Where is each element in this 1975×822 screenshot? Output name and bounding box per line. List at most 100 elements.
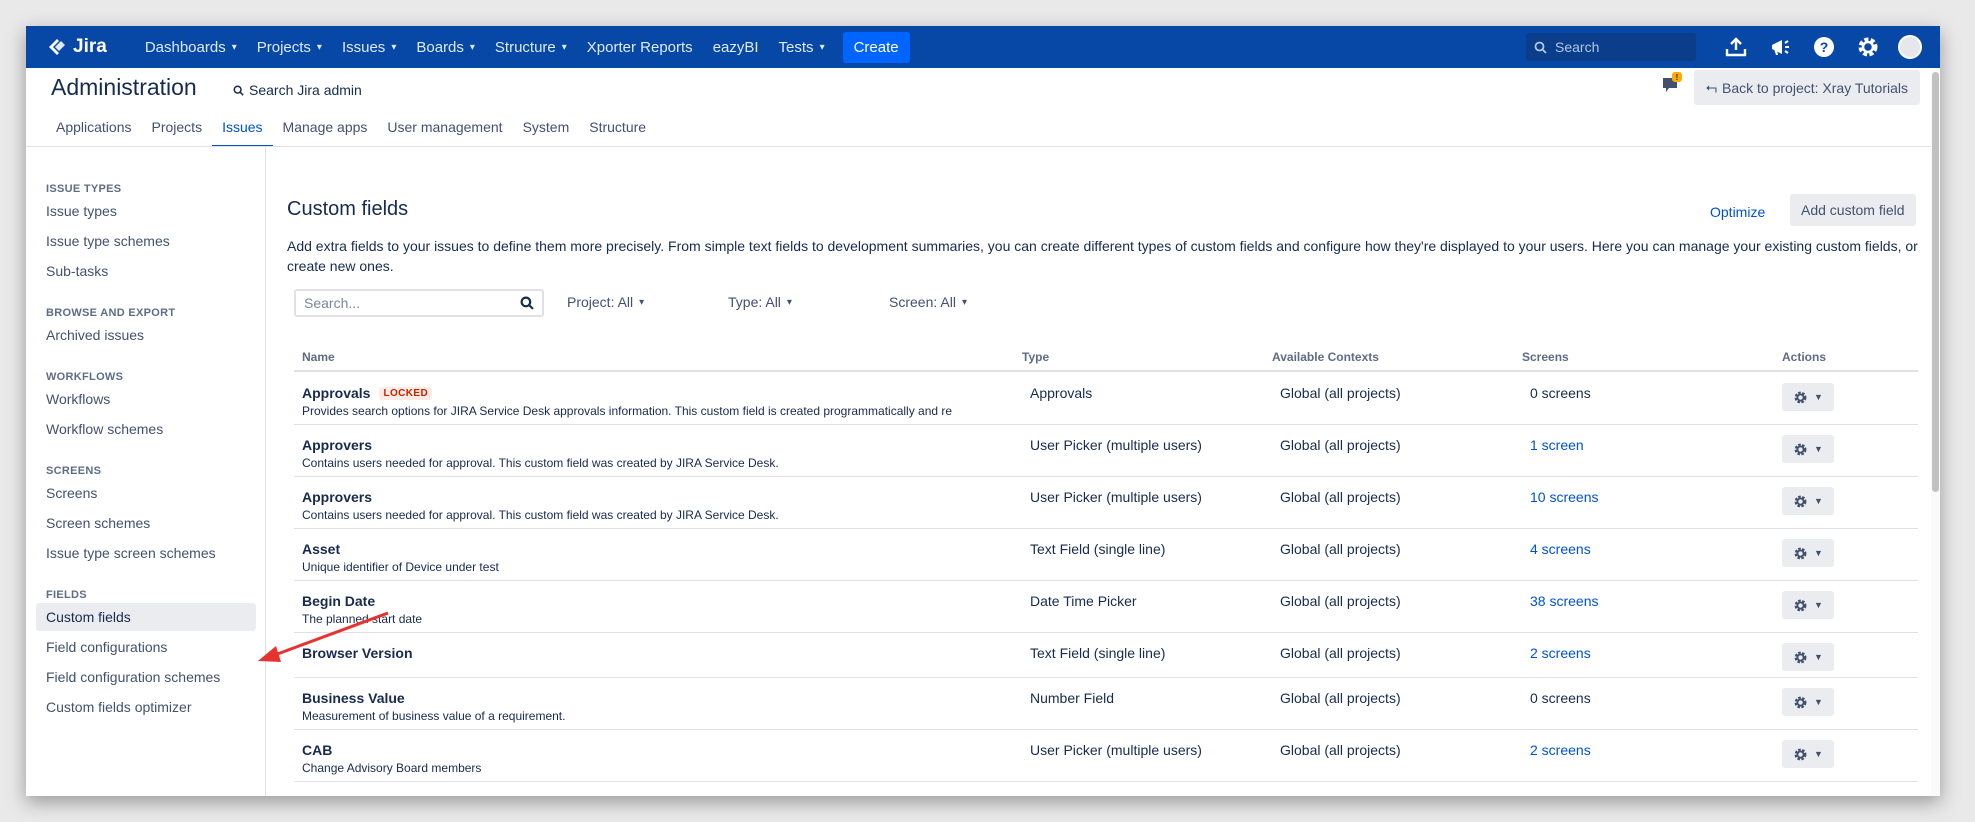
tab-user-management[interactable]: User management	[377, 118, 512, 147]
nav-item-dashboards[interactable]: Dashboards ▾	[135, 26, 247, 68]
sidebar-item-custom-fields[interactable]: Custom fields	[36, 603, 256, 631]
avatar[interactable]	[1898, 35, 1922, 59]
field-name-text: Asset	[302, 541, 341, 557]
page-title: Administration	[51, 74, 197, 100]
field-screens[interactable]: 4 screens	[1530, 541, 1591, 557]
sidebar-item-sub-tasks[interactable]: Sub-tasks	[36, 257, 256, 285]
tab-applications[interactable]: Applications	[46, 118, 142, 147]
column-name[interactable]: Name	[302, 350, 335, 364]
actions-menu-button[interactable]: ▼	[1782, 383, 1834, 411]
tab-manage-apps[interactable]: Manage apps	[273, 118, 378, 147]
nav-item-label: Boards	[416, 38, 464, 56]
sidebar-item-screens[interactable]: Screens	[36, 479, 256, 507]
locked-badge: LOCKED	[379, 386, 433, 400]
optimize-link[interactable]: Optimize	[1710, 204, 1765, 220]
svg-text:?: ?	[1820, 39, 1829, 55]
field-screens[interactable]: 1 screen	[1530, 437, 1584, 453]
sidebar-item-issue-type-screen-schemes[interactable]: Issue type screen schemes	[36, 539, 256, 567]
field-description: Provides search options for JIRA Service…	[302, 404, 953, 418]
feedback-icon[interactable]: !	[1662, 72, 1684, 94]
search-icon	[520, 296, 534, 310]
field-screens[interactable]: 10 screens	[1530, 489, 1598, 505]
field-name-text: Begin Date	[302, 593, 376, 609]
field-screens[interactable]: 2 screens	[1530, 742, 1591, 758]
nav-item-xporter-reports[interactable]: Xporter Reports	[577, 26, 703, 68]
nav-item-eazybi[interactable]: eazyBI	[703, 26, 769, 68]
field-name: Begin Date	[302, 593, 375, 609]
nav-item-label: Structure	[494, 38, 556, 56]
add-custom-field-button[interactable]: Add custom field	[1790, 194, 1916, 226]
field-name: Approvers	[302, 489, 372, 505]
sidebar-item-field-configuration-schemes[interactable]: Field configuration schemes	[36, 663, 256, 691]
table-row: Asset Unique identifier of Device under t…	[294, 529, 1918, 581]
actions-menu-button[interactable]: ▼	[1782, 591, 1834, 619]
admin-search-label: Search Jira admin	[249, 82, 362, 98]
gear-icon[interactable]	[1853, 32, 1883, 62]
chevron-down-icon: ▼	[1814, 444, 1823, 454]
global-search-input[interactable]: Search	[1526, 33, 1696, 61]
scrollbar-thumb[interactable]	[1932, 72, 1939, 492]
back-to-project-button[interactable]: ⮢ Back to project: Xray Tutorials	[1693, 70, 1920, 105]
field-description: Change Advisory Board members	[302, 761, 482, 775]
actions-menu-button[interactable]: ▼	[1782, 435, 1834, 463]
field-description: Contains users needed for approval. This…	[302, 508, 779, 522]
nav-item-projects[interactable]: Projects ▾	[247, 26, 332, 68]
help-icon[interactable]: ?	[1809, 32, 1839, 62]
tab-structure[interactable]: Structure	[579, 118, 656, 147]
tab-system[interactable]: System	[513, 118, 580, 147]
type-filter[interactable]: Type: All ▾	[728, 294, 792, 310]
sidebar-item-issue-type-schemes[interactable]: Issue type schemes	[36, 227, 256, 255]
table-row: Browser Version Text Field (single line) G…	[294, 633, 1918, 678]
chevron-down-icon: ▼	[1814, 749, 1823, 759]
actions-menu-button[interactable]: ▼	[1782, 740, 1834, 768]
field-type: Approvals	[1030, 385, 1093, 401]
project-filter[interactable]: Project: All ▾	[567, 294, 644, 310]
field-type: Text Field (single line)	[1030, 645, 1166, 661]
upload-icon[interactable]	[1721, 32, 1751, 62]
sidebar-item-custom-fields-optimizer[interactable]: Custom fields optimizer	[36, 693, 256, 721]
actions-menu-button[interactable]: ▼	[1782, 688, 1834, 716]
field-screens[interactable]: 38 screens	[1530, 593, 1598, 609]
actions-menu-button[interactable]: ▼	[1782, 643, 1834, 671]
chevron-down-icon: ▾	[391, 41, 397, 53]
chevron-down-icon: ▼	[1814, 496, 1823, 506]
megaphone-icon[interactable]	[1765, 32, 1795, 62]
sidebar-item-workflows[interactable]: Workflows	[36, 385, 256, 413]
search-placeholder: Search	[1555, 39, 1600, 55]
nav-item-tests[interactable]: Tests ▾	[769, 26, 835, 68]
sidebar: ISSUE TYPES Issue types Issue type schemes…	[26, 147, 266, 796]
sidebar-item-issue-types[interactable]: Issue types	[36, 197, 256, 225]
chevron-down-icon: ▾	[469, 41, 475, 53]
nav-item-issues[interactable]: Issues ▾	[332, 26, 406, 68]
nav-item-structure[interactable]: Structure ▾	[485, 26, 577, 68]
field-screens[interactable]: 2 screens	[1530, 645, 1591, 661]
sidebar-item-archived-issues[interactable]: Archived issues	[36, 321, 256, 349]
field-search-input[interactable]: Search...	[294, 289, 544, 317]
field-type: User Picker (multiple users)	[1030, 742, 1202, 758]
jira-logo-icon	[49, 39, 65, 55]
jira-logo[interactable]: Jira	[46, 36, 107, 58]
column-screens: Screens	[1522, 350, 1569, 364]
sidebar-item-workflow-schemes[interactable]: Workflow schemes	[36, 415, 256, 443]
table-row: Approvers Contains users needed for appro…	[294, 425, 1918, 477]
sidebar-item-field-configurations[interactable]: Field configurations	[36, 633, 256, 661]
tab-projects[interactable]: Projects	[142, 118, 213, 147]
column-contexts: Available Contexts	[1272, 350, 1379, 364]
nav-menu: Dashboards ▾ Projects ▾ Issues ▾ Boards ▾ Struct…	[135, 26, 835, 68]
actions-menu-button[interactable]: ▼	[1782, 487, 1834, 515]
search-jira-admin[interactable]: Search Jira admin	[233, 82, 362, 98]
nav-item-label: Dashboards	[144, 38, 226, 56]
actions-menu-button[interactable]: ▼	[1782, 539, 1834, 567]
create-button[interactable]: Create	[842, 31, 910, 63]
screen-filter[interactable]: Screen: All ▾	[889, 294, 967, 310]
table-row: CAB Change Advisory Board members User Pic…	[294, 730, 1918, 782]
project-filter-label: Project: All	[567, 294, 634, 310]
field-name: Approvers	[302, 437, 372, 453]
tab-issues[interactable]: Issues	[212, 118, 273, 147]
sidebar-item-screen-schemes[interactable]: Screen schemes	[36, 509, 256, 537]
nav-item-boards[interactable]: Boards ▾	[406, 26, 485, 68]
field-name-text: Approvers	[302, 437, 373, 453]
table-row: Approvals LOCKED Provides search options f…	[294, 373, 1918, 425]
field-context: Global (all projects)	[1280, 742, 1401, 758]
field-name-text: Approvers	[302, 489, 373, 505]
